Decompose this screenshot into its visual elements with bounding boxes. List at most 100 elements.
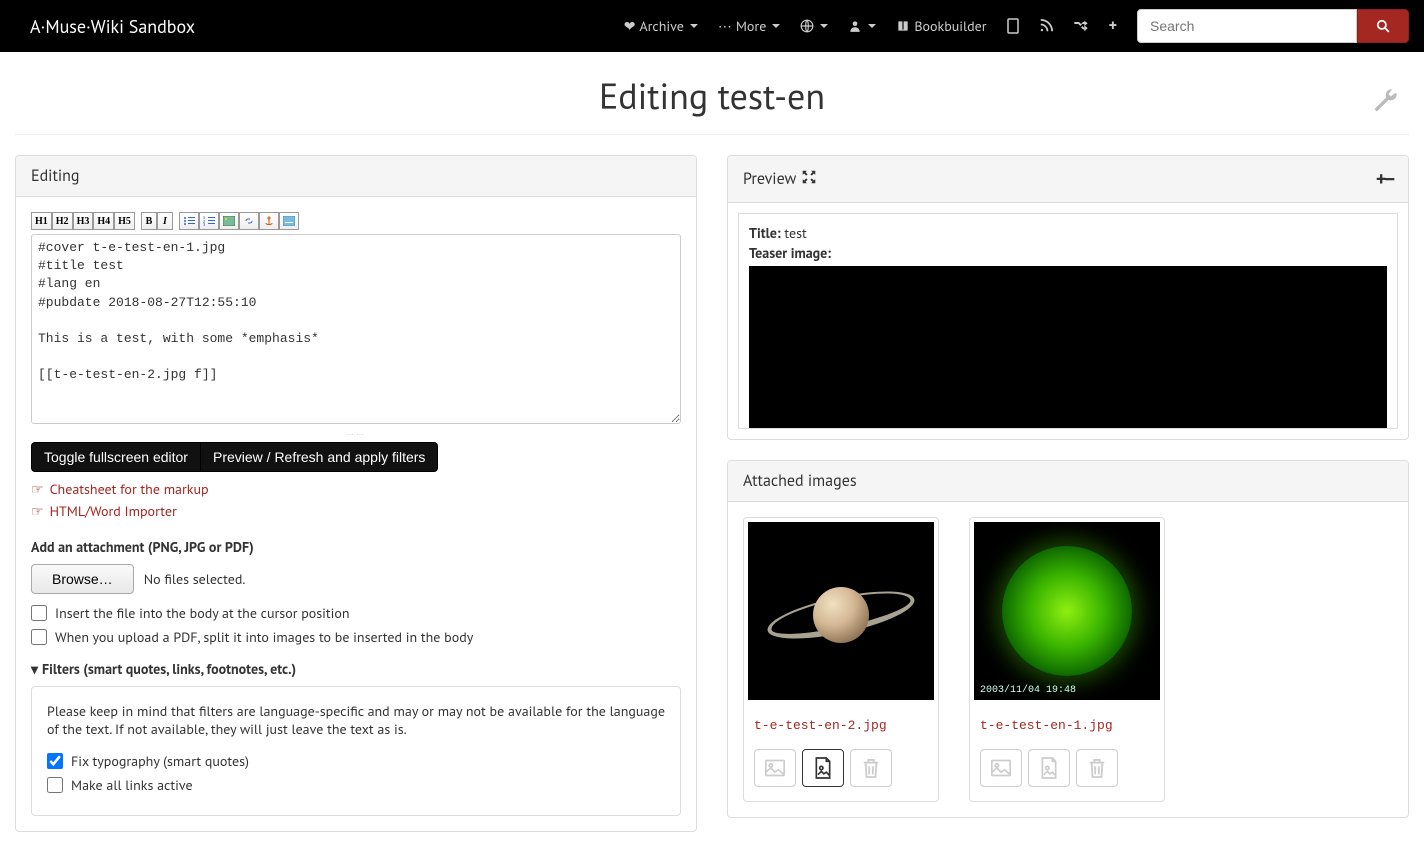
plus-minus-toggle[interactable]: +− [1376, 166, 1393, 192]
preview-refresh-button[interactable]: Preview / Refresh and apply filters [201, 442, 438, 472]
cheatsheet-link[interactable]: ☞ Cheatsheet for the markup [31, 480, 681, 498]
caret-icon [690, 24, 698, 28]
attached-heading: Attached images [728, 461, 1408, 502]
attached-panel: Attached images t-e-test-en-2.jpg [727, 460, 1409, 818]
nav-more[interactable]: ⋯ More [708, 2, 790, 50]
no-files-label: No files selected. [144, 570, 246, 588]
preview-teaser-label: Teaser image: [749, 244, 1387, 262]
split-pdf-label: When you upload a PDF, split it into ima… [55, 628, 473, 646]
toolbar-h4[interactable]: H4 [93, 212, 114, 230]
trash-icon [862, 758, 880, 778]
book-icon [896, 19, 910, 33]
rss-icon [1039, 19, 1053, 33]
toolbar-bold[interactable]: B [141, 212, 157, 230]
preview-content[interactable]: Title: test Teaser image: [738, 213, 1398, 429]
nav-archive-label: Archive [639, 17, 683, 35]
toolbar-h5[interactable]: H5 [114, 212, 135, 230]
use-inline-button[interactable] [980, 749, 1022, 787]
toolbar-ol[interactable]: 123 [199, 212, 219, 230]
preview-title-line: Title: test [749, 224, 1387, 242]
fix-typography-checkbox[interactable] [47, 753, 63, 769]
image-inline-icon [765, 759, 785, 777]
wrench-icon[interactable] [1371, 87, 1399, 122]
fix-typography-label: Fix typography (smart quotes) [71, 752, 249, 770]
ellipsis-icon: ⋯ [718, 17, 732, 35]
teaser-image [749, 266, 1387, 429]
hand-right-icon: ☞ [31, 502, 44, 520]
toolbar-anchor[interactable] [259, 212, 279, 230]
search-icon [1376, 19, 1390, 33]
attached-thumbnail: t-e-test-en-2.jpg [743, 517, 939, 802]
link-icon [243, 216, 255, 226]
insert-cursor-label: Insert the file into the body at the cur… [55, 604, 350, 622]
svg-text:3: 3 [203, 222, 205, 226]
toolbar-h2[interactable]: H2 [52, 212, 73, 230]
filters-panel: Please keep in mind that filters are lan… [31, 686, 681, 816]
anchor-icon [263, 216, 275, 226]
attached-thumbnail: 2003/11/04 19:48 t-e-test-en-1.jpg [969, 517, 1165, 802]
editor-toolbar: H1 H2 H3 H4 H5 B I 123 [31, 212, 681, 230]
top-navbar: A·Muse·Wiki Sandbox ❤ Archive ⋯ More Boo… [0, 0, 1424, 52]
globe-icon [800, 19, 814, 33]
thumb-sun: 2003/11/04 19:48 [974, 522, 1160, 700]
use-inline-button[interactable] [754, 749, 796, 787]
expand-icon[interactable] [802, 169, 816, 189]
search-input[interactable] [1137, 9, 1357, 43]
nav-bookbuilder-label: Bookbuilder [914, 17, 986, 35]
insert-cursor-checkbox[interactable] [31, 605, 47, 621]
footnote-icon [283, 216, 295, 226]
nav-random[interactable] [1063, 4, 1099, 48]
thumb-timestamp: 2003/11/04 19:48 [980, 685, 1076, 696]
editor-textarea[interactable] [31, 234, 681, 424]
nav-tablet[interactable] [997, 3, 1029, 49]
resize-handle[interactable]: ⋯⋯ [31, 430, 681, 440]
toolbar-h1[interactable]: H1 [31, 212, 52, 230]
filters-note: Please keep in mind that filters are lan… [47, 702, 665, 738]
toolbar-link[interactable] [239, 212, 259, 230]
image-inline-icon [991, 759, 1011, 777]
toolbar-italic[interactable]: I [157, 212, 173, 230]
use-cover-button[interactable] [802, 749, 844, 787]
image-cover-icon [813, 757, 833, 779]
attachment-label: Add an attachment (PNG, JPG or PDF) [31, 538, 681, 556]
saturn-body [813, 587, 869, 643]
caret-icon [820, 24, 828, 28]
toolbar-h3[interactable]: H3 [73, 212, 94, 230]
caret-icon [772, 24, 780, 28]
list-ul-icon [183, 216, 195, 226]
split-pdf-checkbox[interactable] [31, 629, 47, 645]
preview-panel: Preview +− Title: test Teaser image: [727, 155, 1409, 440]
thumb-filename: t-e-test-en-1.jpg [980, 718, 1154, 733]
toolbar-footnote[interactable] [279, 212, 299, 230]
tablet-icon [1007, 18, 1019, 34]
nav-rss[interactable] [1029, 4, 1063, 48]
toolbar-ul[interactable] [179, 212, 199, 230]
filters-header[interactable]: ▾ Filters (smart quotes, links, footnote… [31, 660, 681, 678]
use-cover-button[interactable] [1028, 749, 1070, 787]
nav-bookbuilder[interactable]: Bookbuilder [886, 2, 996, 50]
brand-link[interactable]: A·Muse·Wiki Sandbox [15, 0, 210, 53]
caret-icon [868, 24, 876, 28]
nav-more-label: More [736, 17, 766, 35]
chevron-down-icon: ▾ [31, 660, 38, 678]
toggle-fullscreen-button[interactable]: Toggle fullscreen editor [31, 442, 201, 472]
importer-link[interactable]: ☞ HTML/Word Importer [31, 502, 681, 520]
nav-globe[interactable] [790, 4, 838, 48]
search-button[interactable] [1357, 9, 1409, 43]
preview-heading: Preview +− [728, 156, 1408, 203]
toolbar-image[interactable] [219, 212, 239, 230]
plus-icon: + [1109, 16, 1117, 36]
browse-button[interactable]: Browse… [31, 564, 134, 594]
image-icon [223, 216, 235, 226]
nav-user[interactable] [838, 4, 886, 48]
delete-button[interactable] [1076, 749, 1118, 787]
editing-panel: Editing H1 H2 H3 H4 H5 B I 123 [15, 155, 697, 832]
delete-button[interactable] [850, 749, 892, 787]
hand-right-icon: ☞ [31, 480, 44, 498]
nav-add[interactable]: + [1099, 1, 1127, 51]
divider [15, 134, 1409, 135]
sun-graphic [1002, 546, 1132, 676]
nav-archive[interactable]: ❤ Archive [614, 2, 708, 50]
random-icon [1073, 19, 1089, 33]
page-title: Editing test-en [15, 72, 1409, 119]
